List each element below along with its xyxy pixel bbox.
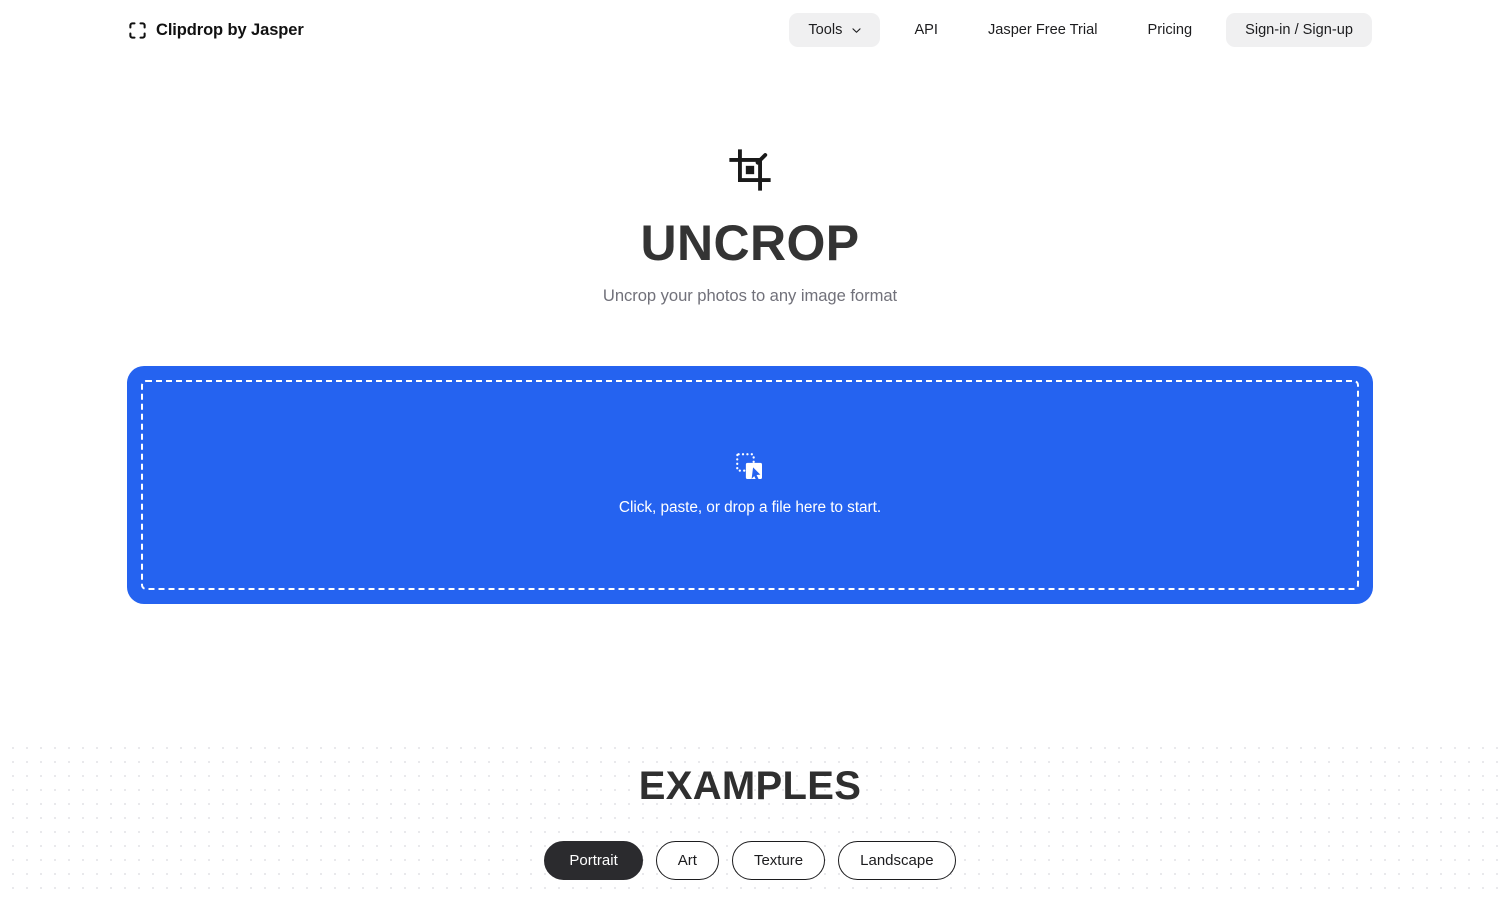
- hero-section: UNCROP Uncrop your photos to any image f…: [0, 60, 1500, 306]
- brand-logo-link[interactable]: Clipdrop by Jasper: [128, 21, 304, 40]
- dropzone-content: Click, paste, or drop a file here to sta…: [619, 452, 881, 517]
- filter-chip-portrait[interactable]: Portrait: [544, 841, 643, 880]
- filter-chip-texture[interactable]: Texture: [731, 841, 826, 880]
- nav-item-sign-in-sign-up[interactable]: Sign-in / Sign-up: [1226, 12, 1372, 48]
- nav-item-tools-label: Tools: [808, 21, 843, 38]
- brand-name-suffix: by Jasper: [223, 20, 304, 39]
- filter-chip-art[interactable]: Art: [655, 841, 719, 880]
- dropzone-wrapper: Click, paste, or drop a file here to sta…: [127, 366, 1373, 604]
- examples-title: EXAMPLES: [638, 764, 862, 808]
- filter-chip-landscape[interactable]: Landscape: [838, 841, 956, 880]
- nav-item-jasper-free-trial[interactable]: Jasper Free Trial: [970, 14, 1116, 47]
- crop-frame-logo-icon: [128, 21, 147, 40]
- example-category-filters: Portrait Art Texture Landscape: [0, 841, 1500, 880]
- site-header: Clipdrop by Jasper Tools API Jasper Free…: [0, 0, 1500, 60]
- nav-item-api[interactable]: API: [896, 14, 956, 47]
- examples-section: EXAMPLES Portrait Art Texture Landscape: [0, 764, 1500, 880]
- brand-name-primary: Clipdrop: [156, 20, 224, 39]
- page-title: UNCROP: [640, 215, 860, 271]
- nav-item-tools[interactable]: Tools: [789, 12, 881, 48]
- crop-tool-icon: [0, 147, 1500, 193]
- nav-item-pricing[interactable]: Pricing: [1129, 14, 1210, 47]
- file-dropzone[interactable]: Click, paste, or drop a file here to sta…: [127, 366, 1373, 604]
- chevron-down-icon: [850, 23, 863, 37]
- page-subtitle: Uncrop your photos to any image format: [602, 286, 898, 305]
- primary-navigation: Tools API Jasper Free Trial Pricing Sign…: [789, 12, 1372, 48]
- dropzone-label: Click, paste, or drop a file here to sta…: [618, 498, 882, 516]
- drop-file-cursor-icon: [619, 452, 881, 482]
- brand-name: Clipdrop by Jasper: [156, 21, 304, 40]
